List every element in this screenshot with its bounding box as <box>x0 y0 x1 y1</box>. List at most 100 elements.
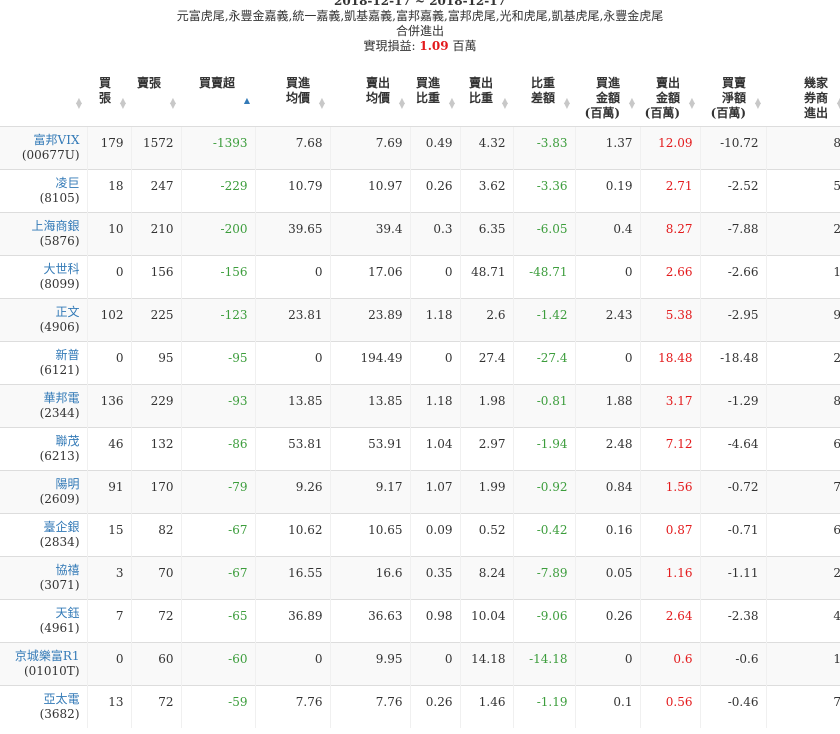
sell-avg-price-cell: 9.95 <box>329 641 410 685</box>
sell-ratio-cell: 3.62 <box>459 168 513 212</box>
sell-amount-cell: 8.27 <box>639 211 700 255</box>
buy-lots-cell: 179 <box>86 125 131 169</box>
table-body: 富邦VIX (00677U) 179 1572 -1393 7.68 7.69 0.49 4.3… <box>0 125 840 728</box>
buy-ratio-cell: 0.35 <box>409 555 460 599</box>
stock-name-link[interactable]: 臺企銀 <box>43 520 79 534</box>
stock-name-link[interactable]: 聯茂 <box>55 434 79 448</box>
sort-both-icon: ▲ ▼ <box>448 95 455 110</box>
sell-amount-cell: 1.56 <box>639 469 700 513</box>
buy-avg-price-cell: 0 <box>254 340 330 384</box>
buy-amount-cell: 2.43 <box>574 297 640 341</box>
buy-lots-cell: 136 <box>86 383 131 427</box>
broker-count-cell: 7 <box>765 684 840 728</box>
stock-code: (2834) <box>39 534 80 549</box>
sell-ratio-cell: 48.71 <box>459 254 513 298</box>
stock-cell: 正文 (4906) <box>0 297 87 341</box>
net-lots-cell: -79 <box>180 469 255 513</box>
buy-lots-cell: 13 <box>86 684 131 728</box>
column-header-12[interactable]: 幾家 券商 進出 ▲ ▼ <box>766 70 840 127</box>
ratio-diff-cell: -1.42 <box>512 297 575 341</box>
broker-count-cell: 7 <box>765 469 840 513</box>
buy-lots-cell: 7 <box>86 598 131 642</box>
net-lots-cell: -65 <box>180 598 255 642</box>
column-header-text: 券商 <box>803 91 828 105</box>
sell-lots-cell: 225 <box>130 297 181 341</box>
broker-list: 元富虎尾,永豐金嘉義,統一嘉義,凱基嘉義,富邦嘉義,富邦虎尾,光和虎尾,凱基虎尾… <box>176 9 664 23</box>
buy-amount-cell: 0 <box>574 340 640 384</box>
column-header-1[interactable]: 買張 ▲ ▼ <box>87 70 131 127</box>
stock-name-link[interactable]: 京城樂富R1 <box>15 649 80 663</box>
sell-lots-cell: 247 <box>130 168 181 212</box>
ratio-diff-cell: -0.92 <box>512 469 575 513</box>
net-lots-cell: -200 <box>180 211 255 255</box>
column-header-text: 買張 <box>98 76 111 105</box>
column-header-10[interactable]: 賣出 金額 (百萬) ▲ ▼ <box>640 70 700 127</box>
sell-avg-price-cell: 13.85 <box>329 383 410 427</box>
stock-name-link[interactable]: 富邦VIX <box>34 133 80 147</box>
buy-ratio-cell: 1.04 <box>409 426 460 470</box>
stock-name-link[interactable]: 正文 <box>55 305 79 319</box>
column-header-6[interactable]: 買進 比重 ▲ ▼ <box>410 70 460 127</box>
buy-avg-price-cell: 16.55 <box>254 555 330 599</box>
stock-cell: 聯茂 (6213) <box>0 426 87 470</box>
column-header-9[interactable]: 買進 金額 (百萬) ▲ ▼ <box>575 70 640 127</box>
stock-name-link[interactable]: 華邦電 <box>43 391 79 405</box>
column-header-5[interactable]: 賣出 均價 ▲ ▼ <box>330 70 410 127</box>
sell-lots-cell: 82 <box>130 512 181 556</box>
buy-ratio-cell: 0.98 <box>409 598 460 642</box>
net-lots-cell: -1393 <box>180 125 255 169</box>
sell-ratio-cell: 6.35 <box>459 211 513 255</box>
buy-lots-cell: 46 <box>86 426 131 470</box>
net-amount-cell: -1.29 <box>699 383 766 427</box>
sort-both-icon: ▲ ▼ <box>754 95 761 110</box>
column-header-text: 金額 <box>655 91 680 105</box>
stock-name-link[interactable]: 亞太電 <box>43 692 79 706</box>
column-header-7[interactable]: 賣出 比重 ▲ ▼ <box>460 70 513 127</box>
buy-avg-price-cell: 0 <box>254 641 330 685</box>
stock-name-link[interactable]: 陽明 <box>55 477 79 491</box>
stock-name-link[interactable]: 大世科 <box>43 262 79 276</box>
column-header-2[interactable]: 賣張 ▲ ▼ <box>131 70 181 127</box>
column-header-4[interactable]: 買進 均價 ▲ ▼ <box>255 70 330 127</box>
column-header-8[interactable]: 比重 差額 ▲ ▼ <box>513 70 575 127</box>
ratio-diff-cell: -48.71 <box>512 254 575 298</box>
net-amount-cell: -2.38 <box>699 598 766 642</box>
stock-code: (8105) <box>39 190 80 205</box>
buy-ratio-cell: 1.18 <box>409 297 460 341</box>
net-lots-cell: -60 <box>180 641 255 685</box>
stock-name-link[interactable]: 凌巨 <box>55 176 79 190</box>
stock-name-link[interactable]: 新普 <box>55 348 79 362</box>
broker-count-cell: 8 <box>765 125 840 169</box>
sell-lots-cell: 1572 <box>130 125 181 169</box>
date-range: 2018-12-17 ~ 2018-12-17 <box>334 0 506 8</box>
table-row: 天鈺 (4961) 7 72 -65 36.89 36.63 0.98 10.04 -9.06 0.… <box>0 598 840 642</box>
ratio-diff-cell: -27.4 <box>512 340 575 384</box>
buy-avg-price-cell: 7.68 <box>254 125 330 169</box>
column-header-11[interactable]: 買賣 淨額 (百萬) ▲ ▼ <box>700 70 766 127</box>
stock-name-link[interactable]: 協禧 <box>55 563 79 577</box>
net-amount-cell: -1.11 <box>699 555 766 599</box>
sell-avg-price-cell: 194.49 <box>329 340 410 384</box>
stock-code: (6121) <box>39 362 80 377</box>
buy-amount-cell: 0.16 <box>574 512 640 556</box>
stock-name-link[interactable]: 上海商銀 <box>31 219 79 233</box>
broker-count-cell: 4 <box>765 598 840 642</box>
table-header-row: ▲ ▼ 買張 ▲ ▼ 賣張 ▲ ▼ 買賣超 ▲ 買進 均價 ▲ ▼ 賣出 均價 ▲ ▼ 買進 比重 ▲ ▼ 賣出 比重 ▲ ▼ 比重… <box>0 70 840 127</box>
buy-ratio-cell: 0.09 <box>409 512 460 556</box>
table-row: 上海商銀 (5876) 10 210 -200 39.65 39.4 0.3 6.35 -6.05… <box>0 211 840 255</box>
stock-code: (8099) <box>39 276 80 291</box>
net-lots-cell: -67 <box>180 555 255 599</box>
broker-count-cell: 1 <box>765 254 840 298</box>
net-lots-cell: -67 <box>180 512 255 556</box>
ratio-diff-cell: -3.36 <box>512 168 575 212</box>
ratio-diff-cell: -9.06 <box>512 598 575 642</box>
net-lots-cell: -123 <box>180 297 255 341</box>
column-header-3[interactable]: 買賣超 ▲ <box>181 70 255 127</box>
column-header-0[interactable]: ▲ ▼ <box>0 70 87 127</box>
sell-ratio-cell: 10.04 <box>459 598 513 642</box>
stock-cell: 協禧 (3071) <box>0 555 87 599</box>
stock-name-link[interactable]: 天鈺 <box>55 606 79 620</box>
sell-avg-price-cell: 23.89 <box>329 297 410 341</box>
buy-lots-cell: 0 <box>86 641 131 685</box>
table-row: 富邦VIX (00677U) 179 1572 -1393 7.68 7.69 0.49 4.3… <box>0 125 840 169</box>
